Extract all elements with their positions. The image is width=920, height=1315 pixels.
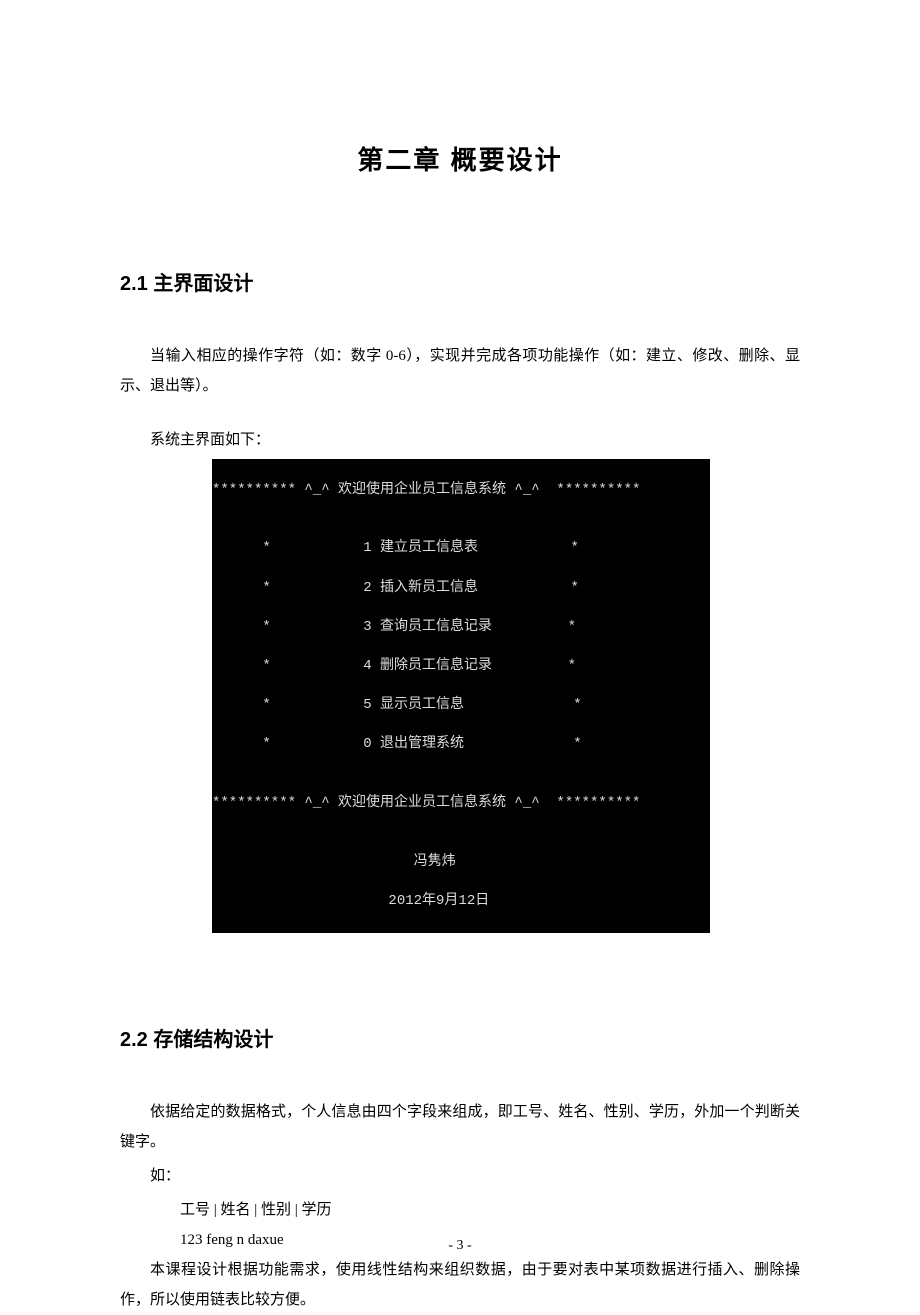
term-menu-4: * 4 删除员工信息记录 * [212,657,710,677]
section-2-1-title: 2.1 主界面设计 [120,267,800,296]
section-2-2-title: 2.2 存储结构设计 [120,1023,800,1052]
section-2-2-para1: 依据给定的数据格式，个人信息由四个字段来组成，即工号、姓名、性别、学历，外加一个… [120,1097,800,1157]
page-number: - 3 - [0,1238,920,1254]
term-header: ********** ^_^ 欢迎使用企业员工信息系统 ^_^ ********… [212,481,710,501]
term-menu-2: * 2 插入新员工信息 * [212,579,710,599]
section-2-2-para2: 如： [120,1161,800,1191]
term-footer: ********** ^_^ 欢迎使用企业员工信息系统 ^_^ ********… [212,794,710,814]
chapter-title: 第二章 概要设计 [120,140,800,177]
section-2-1-para2: 系统主界面如下： [120,425,800,455]
term-author: 冯隽炜 [212,853,710,873]
terminal-screenshot: ********** ^_^ 欢迎使用企业员工信息系统 ^_^ ********… [212,459,710,933]
term-menu-0: * 0 退出管理系统 * [212,735,710,755]
term-menu-1: * 1 建立员工信息表 * [212,539,710,559]
section-2-1-para1: 当输入相应的操作字符（如：数字 0-6），实现并完成各项功能操作（如：建立、修改… [120,341,800,401]
term-date: 2012年9月12日 [212,892,710,912]
term-menu-3: * 3 查询员工信息记录 * [212,618,710,638]
term-menu-5: * 5 显示员工信息 * [212,696,710,716]
field-header-row: 工号 | 姓名 | 性别 | 学历 [120,1195,800,1225]
section-2-2-para3: 本课程设计根据功能需求，使用线性结构来组织数据，由于要对表中某项数据进行插入、删… [120,1255,800,1315]
